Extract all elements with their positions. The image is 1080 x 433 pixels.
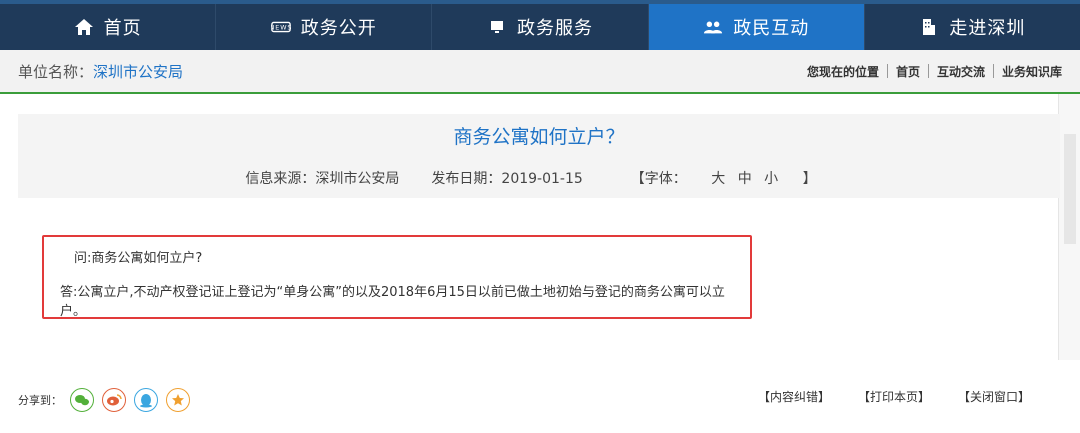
breadcrumb-knowledge-base[interactable]: 业务知识库 [1002,63,1062,80]
qa-content: 问:商务公寓如何立户? 答:公寓立户,不动产权登记证上登记为“单身公寓”的以及2… [42,235,752,319]
breadcrumb-home[interactable]: 首页 [896,63,920,80]
share-bar: 分享到： [18,388,190,412]
question-text: 问:商务公寓如何立户? [74,251,203,266]
page-actions: 【内容纠错】 【打印本页】 【关闭窗口】 [758,388,1058,405]
nav-item-label: 政务服务 [517,18,593,39]
main-nav: 首页 NEWS 政务公开 政务服务 政民互动 走进深圳 [0,0,1080,50]
breadcrumb-divider [927,64,929,78]
article-header: 商务公寓如何立户？ 信息来源：深圳市公安局 发布日期：2019-01-15 【字… [18,114,1060,198]
svg-text:NEWS: NEWS [271,25,291,32]
font-large-link[interactable]: 大 [711,171,725,187]
font-medium-link[interactable]: 中 [738,171,752,187]
wechat-icon[interactable] [70,388,94,412]
page: 首页 NEWS 政务公开 政务服务 政民互动 走进深圳 [0,0,1080,433]
close-window-link[interactable]: 【关闭窗口】 [958,388,1030,405]
nav-item-government-services[interactable]: 政务服务 [432,4,649,50]
scrollbar-thumb[interactable] [1064,134,1076,244]
font-size-control: 【字体： 大 中 小 】 [615,168,833,188]
nav-item-open-government[interactable]: NEWS 政务公开 [216,4,433,50]
nav-item-about-shenzhen[interactable]: 走进深圳 [865,4,1080,50]
breadcrumb-divider [992,64,994,78]
share-label: 分享到： [18,394,62,407]
report-error-link[interactable]: 【内容纠错】 [758,388,830,405]
page-footer: 分享到： 【内容纠错】 【打印本页】 【关闭窗口】 [0,360,1080,433]
favorite-icon[interactable] [166,388,190,412]
article-date: 发布日期：2019-01-15 [431,171,583,187]
home-icon [74,17,94,37]
nav-item-home[interactable]: 首页 [0,4,217,50]
qq-icon[interactable] [134,388,158,412]
breadcrumb-prefix: 您现在的位置 [806,64,879,79]
article-title: 商务公寓如何立户？ [453,126,625,148]
nav-item-label: 政民互动 [733,18,810,39]
answer-text: 答:公寓立户,不动产权登记证上登记为“单身公寓”的以及2018年6月15日以前已… [60,285,725,319]
weibo-icon[interactable] [102,388,126,412]
users-icon [703,17,723,37]
article-meta: 信息来源：深圳市公安局 发布日期：2019-01-15 【字体： 大 中 小 】 [18,168,1060,188]
unit-label: 单位名称： [18,62,94,81]
unit-name: 单位名称：深圳市公安局 [18,61,183,82]
font-size-label: 【字体： [630,171,687,187]
nav-item-label: 走进深圳 [949,18,1026,39]
building-icon [919,17,939,37]
breadcrumb-divider [886,64,888,78]
font-size-end: 】 [802,171,817,187]
nav-item-label: 政务公开 [300,18,377,39]
breadcrumb-interaction[interactable]: 互动交流 [937,63,985,80]
font-small-link[interactable]: 小 [764,171,778,187]
nav-item-label: 首页 [103,18,142,39]
breadcrumb: 您现在的位置 首页 互动交流 业务知识库 [807,63,1062,80]
nav-item-interaction[interactable]: 政民互动 [648,4,865,50]
article-source: 信息来源：深圳市公安局 [245,171,400,187]
unit-value: 深圳市公安局 [93,62,184,81]
unit-bar: 单位名称：深圳市公安局 您现在的位置 首页 互动交流 业务知识库 [0,50,1080,94]
news-icon: NEWS [271,17,291,37]
print-page-link[interactable]: 【打印本页】 [858,388,930,405]
monitor-icon [487,17,507,37]
